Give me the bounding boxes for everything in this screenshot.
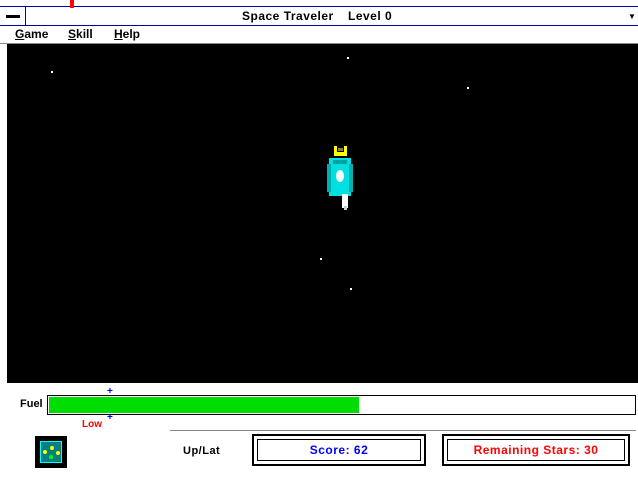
minimize-button[interactable]: ▼ (626, 9, 638, 23)
star (350, 288, 352, 290)
menu-skill[interactable]: Skill (68, 27, 93, 41)
menu-help[interactable]: Help (114, 27, 140, 41)
low-marker-top-icon: + (107, 386, 113, 397)
red-cursor-mark (70, 0, 74, 8)
menu-bar: Game Skill Help (0, 26, 638, 44)
game-viewport[interactable] (7, 44, 638, 383)
title-bar: Space Traveler Level 0 ▼ (0, 6, 638, 26)
remaining-stars-text: Remaining Stars: 30 (447, 439, 625, 461)
low-marker-bottom-icon: + (107, 412, 113, 423)
score-box: Score: 62 (252, 434, 426, 466)
system-menu-icon (5, 14, 20, 18)
divider (170, 430, 636, 431)
fuel-gauge (47, 395, 636, 415)
star (51, 71, 53, 73)
system-menu-button[interactable] (0, 7, 26, 25)
fuel-gauge-fill (49, 397, 360, 413)
low-fuel-label: Low (82, 419, 102, 430)
star (347, 57, 349, 59)
window-title: Space Traveler (242, 9, 334, 23)
down-arrow-icon: ▼ (628, 11, 636, 21)
remaining-stars-box: Remaining Stars: 30 (442, 434, 630, 466)
star (320, 258, 322, 260)
star (467, 87, 469, 89)
level-indicator: Level 0 (348, 9, 393, 23)
menu-game[interactable]: Game (15, 27, 48, 41)
spaceship-icon (327, 146, 353, 210)
control-mode-label: Up/Lat (183, 445, 221, 457)
control-panel: Fuel + + Low Up/Lat Score: 62 Remaining … (0, 383, 638, 483)
score-text: Score: 62 (257, 439, 421, 461)
fuel-label: Fuel (20, 398, 43, 410)
radar-icon (35, 436, 67, 468)
